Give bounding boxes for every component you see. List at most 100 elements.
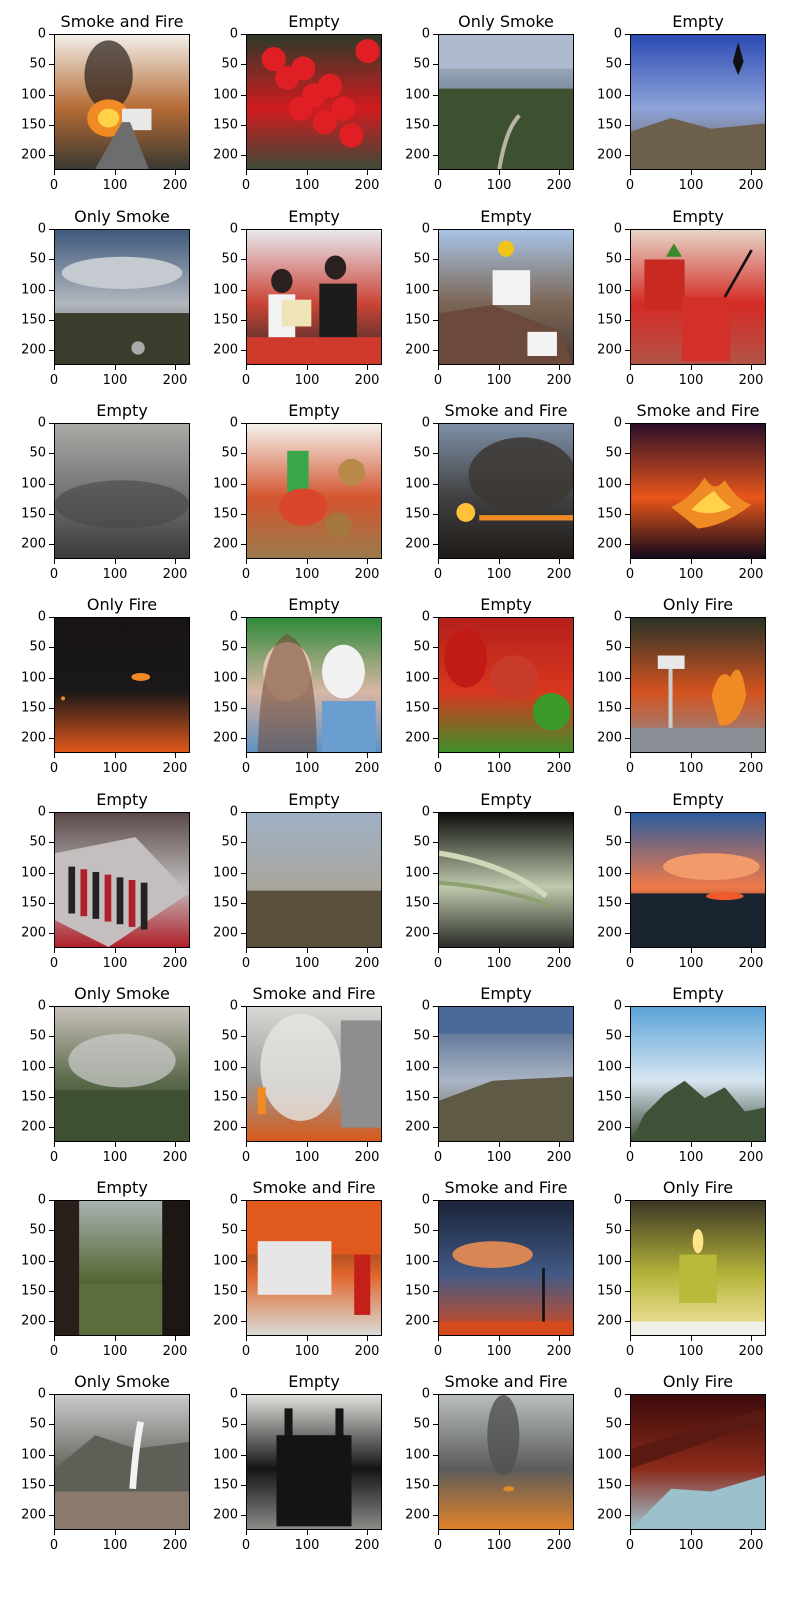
y-tick-label: 0 bbox=[229, 415, 238, 431]
y-tick-label: 150 bbox=[405, 506, 430, 522]
x-tick-label: 200 bbox=[738, 761, 764, 776]
y-tick-label: 200 bbox=[597, 1119, 622, 1135]
y-tick bbox=[625, 1485, 630, 1486]
panel-title: Only Fire bbox=[662, 595, 734, 614]
x-tick-label: 100 bbox=[102, 1538, 128, 1553]
y-tick bbox=[241, 1067, 246, 1068]
x-tick-label: 100 bbox=[486, 1150, 512, 1165]
y-tick-label: 200 bbox=[213, 1507, 238, 1523]
x-tick-label: 0 bbox=[625, 567, 635, 582]
x-tick-label: 100 bbox=[486, 956, 512, 971]
x-tick bbox=[691, 1530, 692, 1535]
y-tick-label: 100 bbox=[405, 87, 430, 103]
x-tick-label: 0 bbox=[625, 761, 635, 776]
panel-image bbox=[439, 813, 573, 947]
x-tick-label: 200 bbox=[354, 178, 380, 193]
y-tick-label: 150 bbox=[213, 506, 238, 522]
x-tick bbox=[246, 753, 247, 758]
y-tick-label: 50 bbox=[29, 1416, 46, 1432]
y-tick-label: 150 bbox=[405, 117, 430, 133]
y-tick-label: 0 bbox=[37, 26, 46, 42]
x-tick-label: 100 bbox=[294, 178, 320, 193]
x-tick bbox=[630, 365, 631, 370]
y-tick bbox=[433, 64, 438, 65]
panel-title: Empty bbox=[288, 790, 340, 809]
y-tick-label: 200 bbox=[597, 147, 622, 163]
y-tick bbox=[241, 259, 246, 260]
panel-image bbox=[631, 813, 765, 947]
y-tick bbox=[625, 1097, 630, 1098]
y-tick bbox=[625, 1261, 630, 1262]
y-tick-label: 50 bbox=[221, 251, 238, 267]
x-tick-label: 0 bbox=[49, 1344, 59, 1359]
y-tick bbox=[49, 155, 54, 156]
y-tick-label: 200 bbox=[405, 147, 430, 163]
x-tick bbox=[438, 1142, 439, 1147]
y-tick bbox=[433, 1394, 438, 1395]
x-tick-label: 200 bbox=[354, 1538, 380, 1553]
y-tick-label: 50 bbox=[605, 445, 622, 461]
y-tick bbox=[241, 155, 246, 156]
y-tick bbox=[625, 842, 630, 843]
image-panel-dark-distant-fire bbox=[54, 617, 190, 753]
x-tick bbox=[559, 1142, 560, 1147]
y-tick-label: 150 bbox=[597, 117, 622, 133]
y-tick bbox=[433, 1485, 438, 1486]
x-tick bbox=[751, 753, 752, 758]
y-tick bbox=[241, 229, 246, 230]
x-tick bbox=[54, 170, 55, 175]
panel-image bbox=[631, 1007, 765, 1141]
panel-title: Empty bbox=[96, 1178, 148, 1197]
x-tick bbox=[438, 753, 439, 758]
x-tick bbox=[559, 1530, 560, 1535]
panel-title: Empty bbox=[480, 984, 532, 1003]
y-tick-label: 0 bbox=[421, 26, 430, 42]
y-tick-label: 0 bbox=[421, 415, 430, 431]
x-tick bbox=[559, 948, 560, 953]
image-panel-night-bridge-lights bbox=[438, 812, 574, 948]
y-tick bbox=[433, 423, 438, 424]
y-tick bbox=[625, 903, 630, 904]
y-tick-label: 50 bbox=[605, 639, 622, 655]
x-tick bbox=[115, 1336, 116, 1341]
y-tick bbox=[433, 484, 438, 485]
x-tick bbox=[175, 753, 176, 758]
y-tick-label: 100 bbox=[213, 1253, 238, 1269]
y-tick bbox=[49, 453, 54, 454]
image-panel-two-people bbox=[246, 617, 382, 753]
image-panel-worker-sign bbox=[438, 229, 574, 365]
image-panel-burning-truck bbox=[54, 34, 190, 170]
y-tick-label: 100 bbox=[597, 87, 622, 103]
y-tick-label: 200 bbox=[597, 1313, 622, 1329]
y-tick-label: 150 bbox=[597, 506, 622, 522]
y-tick-label: 100 bbox=[405, 1447, 430, 1463]
y-tick-label: 100 bbox=[405, 1253, 430, 1269]
y-tick bbox=[625, 647, 630, 648]
y-tick-label: 0 bbox=[421, 1192, 430, 1208]
y-tick bbox=[433, 1200, 438, 1201]
image-panel-plain-landscape bbox=[246, 812, 382, 948]
y-tick-label: 200 bbox=[597, 1507, 622, 1523]
y-tick bbox=[241, 1230, 246, 1231]
x-tick-label: 0 bbox=[241, 178, 251, 193]
y-tick-label: 0 bbox=[421, 221, 430, 237]
y-tick bbox=[241, 423, 246, 424]
x-tick-label: 0 bbox=[625, 178, 635, 193]
x-tick-label: 0 bbox=[433, 761, 443, 776]
panel-title: Only Fire bbox=[662, 1178, 734, 1197]
y-tick bbox=[625, 1321, 630, 1322]
panel-title: Empty bbox=[288, 1372, 340, 1391]
x-tick bbox=[246, 948, 247, 953]
y-tick bbox=[241, 647, 246, 648]
y-tick bbox=[49, 1424, 54, 1425]
y-tick bbox=[433, 873, 438, 874]
panel-title: Empty bbox=[288, 595, 340, 614]
x-tick-label: 0 bbox=[625, 373, 635, 388]
y-tick-label: 200 bbox=[405, 1507, 430, 1523]
y-tick bbox=[49, 1261, 54, 1262]
y-tick bbox=[49, 1321, 54, 1322]
y-tick bbox=[241, 842, 246, 843]
y-tick-label: 100 bbox=[597, 282, 622, 298]
y-tick bbox=[433, 453, 438, 454]
panel-image bbox=[55, 35, 189, 169]
